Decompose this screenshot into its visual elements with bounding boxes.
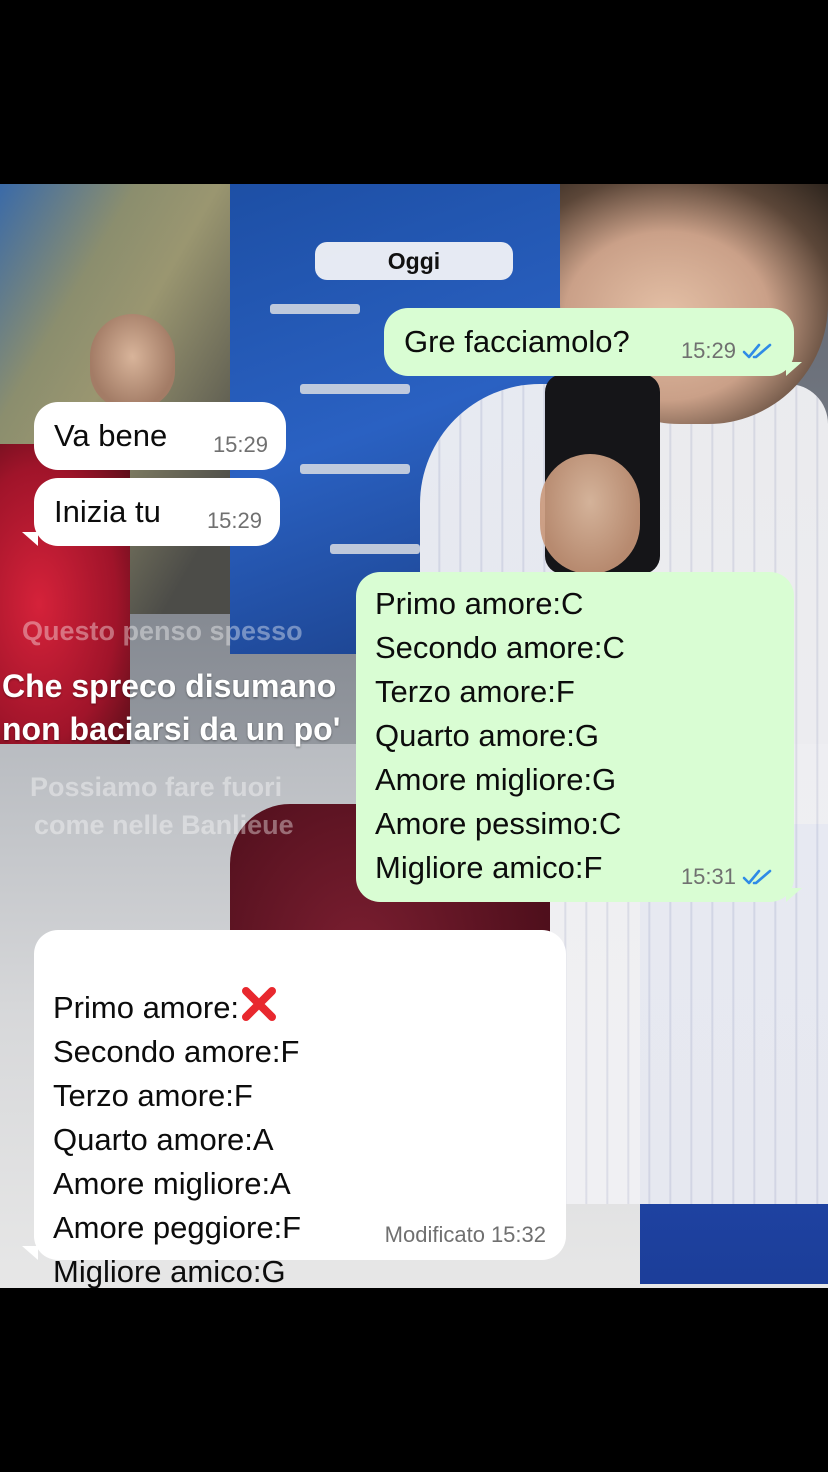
message-line: Secondo amore:C [375, 630, 625, 665]
message-line: Amore peggiore:F [53, 1210, 302, 1245]
message-meta: 15:29 [681, 338, 774, 364]
message-time: 15:29 [680, 338, 736, 363]
incoming-message[interactable]: Primo amore: Secondo amore:F Terzo amore… [34, 930, 566, 1289]
message-time: 15:31 [680, 864, 736, 889]
overlay-lyric-3: non baciarsi da un po' [2, 711, 341, 747]
message-time: 15:29 [212, 432, 268, 457]
message-line: Quarto amore:G [375, 718, 599, 753]
overlay-lyric-1: Questo penso spesso [22, 616, 303, 646]
message-line: Terzo amore:F [375, 674, 575, 709]
cross-mark-icon [242, 987, 277, 1021]
message-meta: 15:31 [681, 864, 774, 890]
letterbox-top [0, 0, 828, 184]
overlay-lyric-2: Che spreco disumano [2, 668, 337, 704]
outgoing-message[interactable]: Primo amore:C Secondo amore:C Terzo amor… [356, 572, 794, 902]
message-meta: Modificato 15:32 [385, 1222, 546, 1248]
overlay-lyric-5: come nelle Banlieue [34, 810, 294, 840]
message-text: Gre facciamolo? [404, 324, 630, 359]
message-line: Quarto amore:A [53, 1122, 274, 1157]
shoe-shelf [330, 544, 420, 554]
letterbox-bottom [0, 1288, 828, 1472]
bubble-tail [22, 532, 38, 546]
outgoing-message[interactable]: Gre facciamolo? 15:29 [384, 308, 794, 376]
message-line: Primo amore:C [375, 586, 584, 621]
message-time: 15:32 [490, 1222, 546, 1247]
message-line: Secondo amore:F [53, 1034, 300, 1069]
message-line: Migliore amico:F [375, 850, 603, 885]
message-line-label: Primo amore: [53, 990, 240, 1025]
message-text: Va bene [54, 418, 168, 453]
bubble-tail [786, 888, 802, 902]
incoming-message[interactable]: Va bene 15:29 [34, 402, 286, 470]
message-line: Amore pessimo:C [375, 806, 622, 841]
shoe-shelf [270, 304, 360, 314]
read-ticks-icon [742, 869, 772, 885]
background-person [90, 314, 175, 409]
shoe-shelf [300, 384, 410, 394]
hand [540, 454, 640, 574]
message-meta: 15:29 [207, 508, 262, 534]
read-ticks-icon [742, 343, 772, 359]
message-body: Primo amore:C Secondo amore:C Terzo amor… [375, 582, 625, 890]
edited-label: Modificato [384, 1222, 485, 1247]
message-body: Primo amore: Secondo amore:F Terzo amore… [53, 940, 301, 1294]
message-line: Terzo amore:F [53, 1078, 253, 1113]
incoming-message[interactable]: Inizia tu 15:29 [34, 478, 280, 546]
message-line: Amore migliore:G [375, 762, 617, 797]
shoe-shelf [300, 464, 410, 474]
message-line: Amore migliore:A [53, 1166, 291, 1201]
message-line: Primo amore: [53, 940, 301, 1030]
message-time: 15:29 [206, 508, 262, 533]
message-text: Inizia tu [54, 494, 161, 529]
message-meta: 15:29 [213, 432, 268, 458]
overlay-lyric-4: Possiamo fare fuori [30, 772, 283, 802]
bubble-tail [22, 1246, 38, 1260]
date-separator: Oggi [315, 242, 513, 280]
bubble-tail [786, 362, 802, 376]
